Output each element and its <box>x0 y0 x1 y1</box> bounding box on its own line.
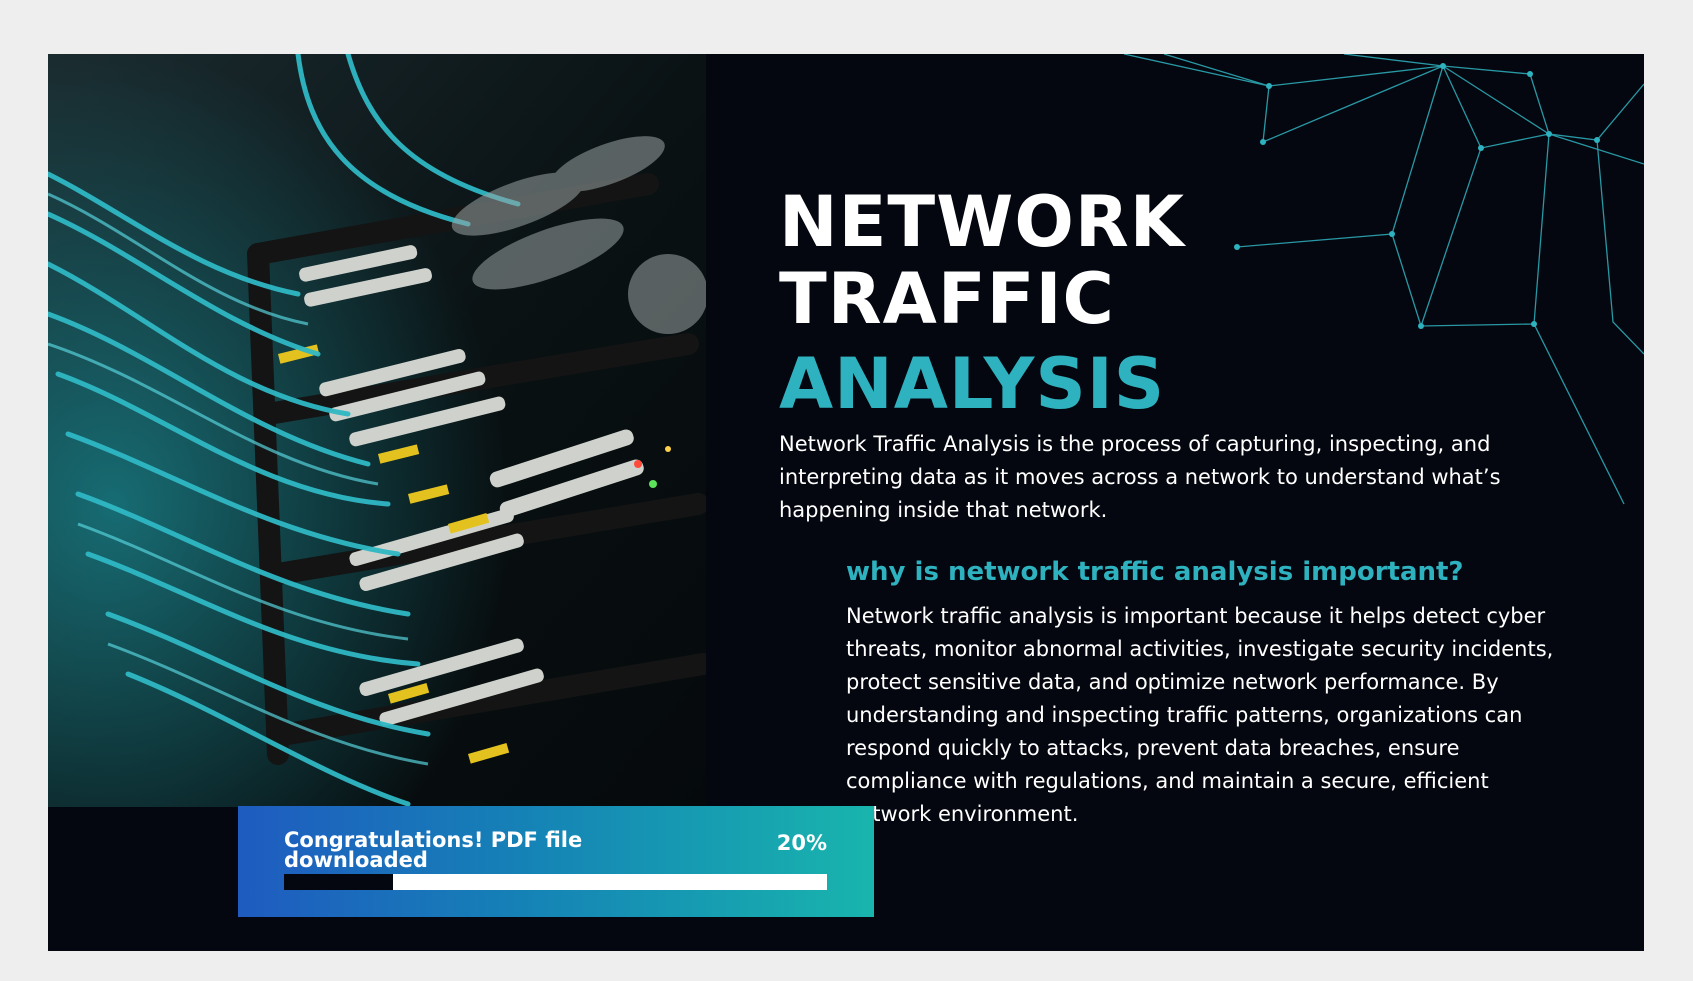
intro-paragraph: Network Traffic Analysis is the process … <box>779 432 1501 522</box>
title-line-traffic: TRAFFIC <box>779 258 1115 340</box>
title-line-network: NETWORK <box>779 181 1186 263</box>
section-heading: why is network traffic analysis importan… <box>846 557 1464 587</box>
server-cables-photo <box>48 54 706 807</box>
download-toast: Congratulations! PDF file downloaded 20% <box>238 806 874 917</box>
progress-fill <box>284 874 393 890</box>
slide: NETWORK TRAFFIC ANALYSIS Network Traffic… <box>48 54 1644 951</box>
slide-title: NETWORK TRAFFIC ANALYSIS <box>779 184 1185 423</box>
title-line-analysis: ANALYSIS <box>779 343 1166 425</box>
progress-percent: 20% <box>776 831 827 855</box>
toast-message: Congratulations! PDF file downloaded <box>284 828 583 872</box>
body-paragraph: Network traffic analysis is important be… <box>846 604 1554 826</box>
progress-bar <box>284 874 827 890</box>
